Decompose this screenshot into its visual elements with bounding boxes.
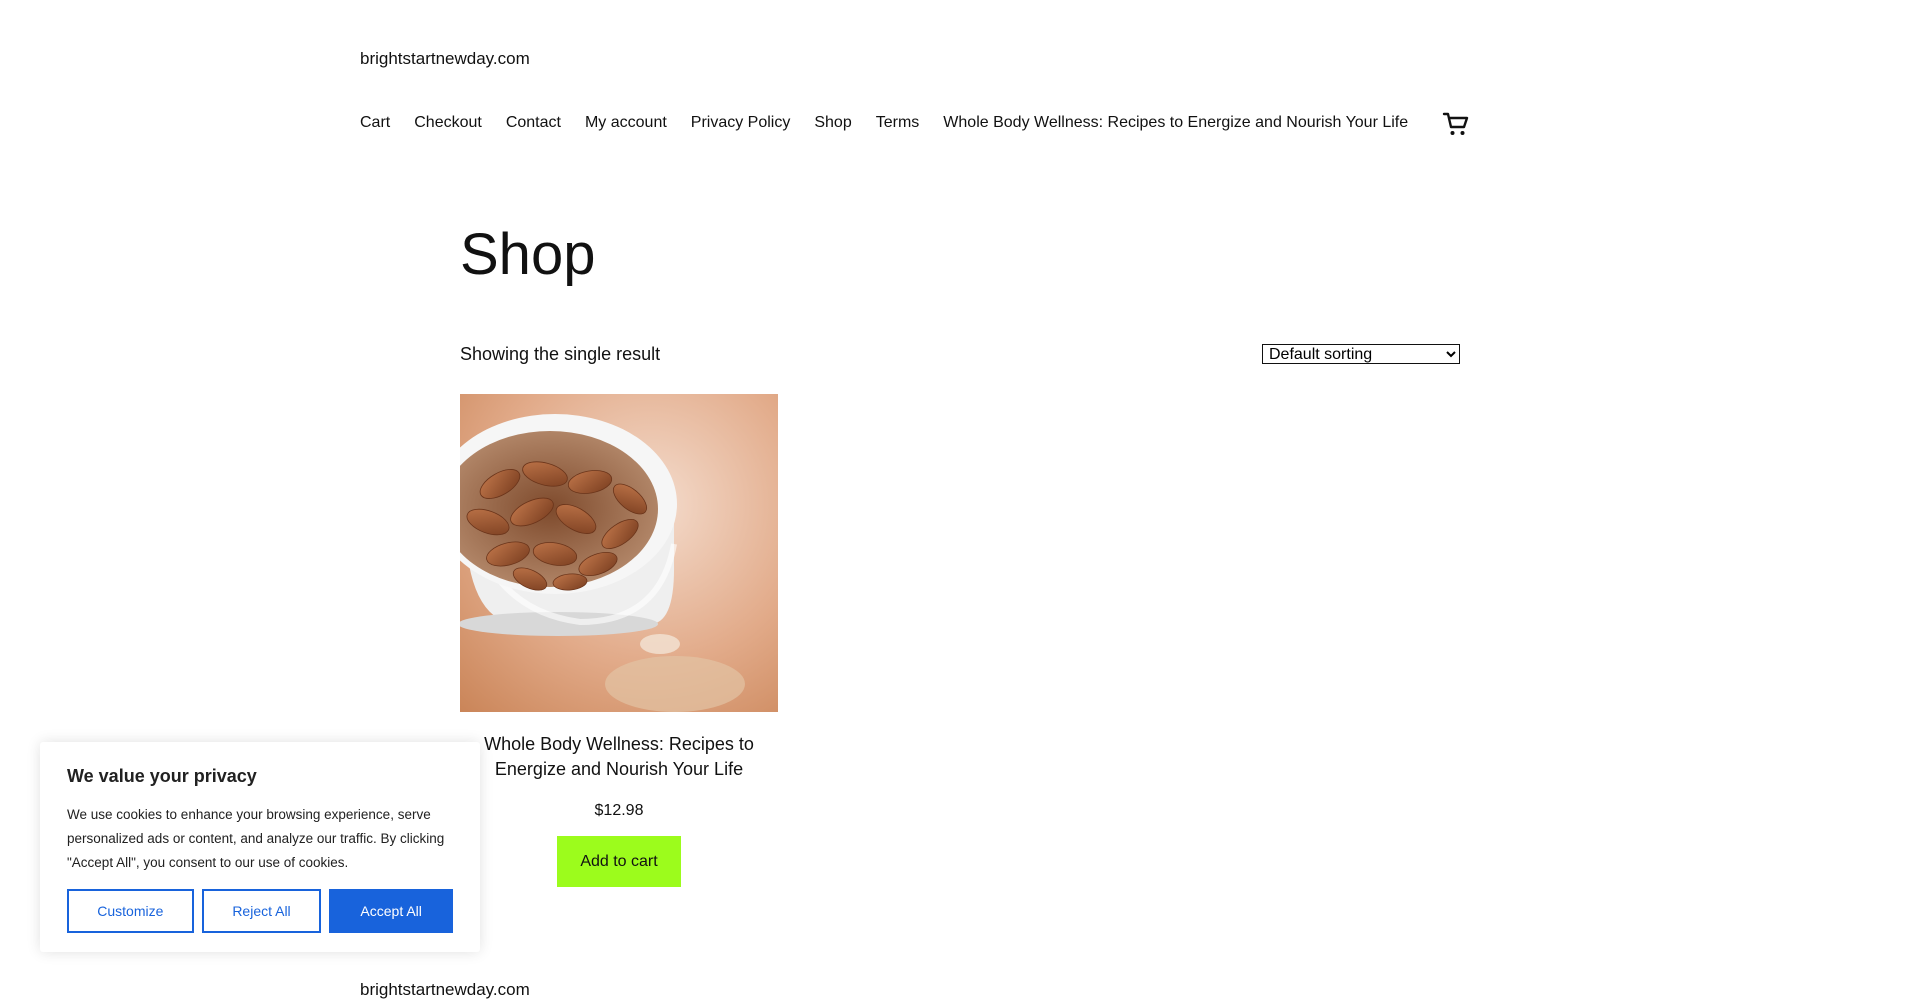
nav-item-contact[interactable]: Contact: [506, 114, 561, 132]
cart-icon[interactable]: [1442, 110, 1470, 138]
site-title[interactable]: brightstartnewday.com: [360, 49, 530, 69]
sorting-select[interactable]: Default sorting: [1262, 344, 1460, 364]
customize-button[interactable]: Customize: [67, 889, 194, 933]
nav-item-whole-body-wellness[interactable]: Whole Body Wellness: Recipes to Energize…: [943, 114, 1408, 132]
cookie-consent-banner: We value your privacy We use cookies to …: [40, 742, 480, 952]
add-to-cart-button[interactable]: Add to cart: [557, 836, 681, 887]
nav-item-cart[interactable]: Cart: [360, 114, 390, 132]
nav-item-my-account[interactable]: My account: [585, 114, 667, 132]
main-navigation: Cart Checkout Contact My account Privacy…: [360, 114, 1432, 132]
cookie-banner-title: We value your privacy: [67, 766, 257, 786]
nav-item-checkout[interactable]: Checkout: [414, 114, 482, 132]
product-price: $12.98: [594, 802, 644, 819]
reject-all-button[interactable]: Reject All: [201, 889, 322, 933]
page-title: Shop: [460, 222, 596, 287]
cookie-banner-text: We use cookies to enhance your browsing …: [67, 807, 445, 870]
nav-item-terms[interactable]: Terms: [876, 114, 920, 132]
result-count: Showing the single result: [460, 344, 661, 364]
nav-item-shop[interactable]: Shop: [814, 114, 851, 132]
product-name[interactable]: Whole Body Wellness: Recipes to Energize…: [460, 732, 778, 782]
cookie-banner-buttons: Customize Reject All Accept All: [67, 889, 453, 933]
footer-site-title[interactable]: brightstartnewday.com: [360, 980, 530, 1000]
nav-item-privacy-policy[interactable]: Privacy Policy: [691, 114, 791, 132]
product-card: Whole Body Wellness: Recipes to Energize…: [460, 394, 778, 887]
accept-all-button[interactable]: Accept All: [329, 889, 453, 933]
almonds-in-bowl-image[interactable]: [460, 394, 778, 712]
